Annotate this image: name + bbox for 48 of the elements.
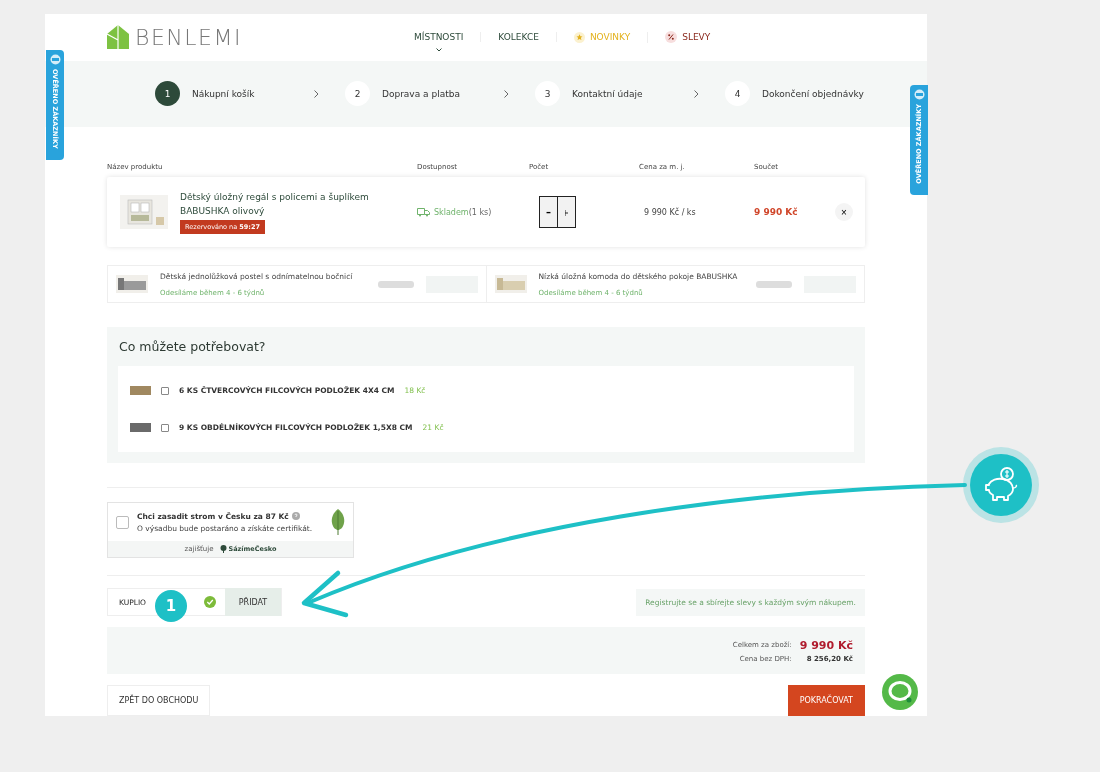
step-label: Nákupní košík [192, 88, 256, 99]
product-name[interactable]: Dětský úložný regál s policemi a šuplíkem BABUSHKA olivový [180, 190, 380, 218]
continue-button[interactable]: POKRAČOVAT [787, 685, 865, 716]
step-number: 4 [725, 81, 750, 107]
add-button[interactable]: PŘIDAT [225, 588, 281, 616]
step-marker: 1 [155, 590, 187, 622]
product-image [120, 195, 168, 229]
nav-link[interactable]: KOLEKCE [481, 32, 557, 43]
chevron-right-icon [314, 89, 319, 98]
truck-icon [417, 207, 430, 217]
blurred-price [377, 280, 414, 288]
logo-text[interactable]: BENLEMI [135, 24, 242, 50]
check-icon [204, 596, 216, 608]
goods-total: 9 990 Kč [799, 638, 853, 652]
step-number: 3 [535, 81, 560, 107]
seal-icon [913, 89, 925, 100]
chat-bubble-icon [888, 681, 912, 703]
checkbox[interactable] [161, 423, 169, 432]
help-icon[interactable] [291, 512, 300, 520]
tree-icon [219, 545, 227, 553]
line-total: 9 990 Kč [754, 207, 799, 217]
step-number: 2 [345, 81, 370, 107]
nav-link[interactable]: MÍSTNOSTI [397, 32, 482, 43]
chevron-down-icon [435, 48, 442, 53]
quantity-stepper[interactable]: – [539, 196, 576, 228]
step-number: 1 [155, 81, 180, 107]
remove-button[interactable]: × [835, 203, 853, 221]
chevron-right-icon [694, 89, 699, 98]
checkbox[interactable] [116, 515, 129, 529]
availability-text: Skladem(1 ks) [434, 207, 492, 217]
percent-icon [665, 31, 678, 44]
star-icon [573, 31, 585, 43]
seal-icon [49, 54, 61, 65]
blurred-price [756, 280, 792, 288]
section-title: Co můžete potřebovat? [118, 339, 267, 354]
unit-price: 9 990 Kč / ks [643, 207, 697, 217]
nav-link[interactable]: SLEVY [648, 31, 728, 44]
product-image [494, 275, 527, 293]
back-button[interactable]: ZPĚT DO OBCHODU [107, 685, 211, 716]
step-label: Dokončení objednávky [762, 88, 865, 99]
house-logo-icon [107, 25, 129, 50]
product-image [116, 275, 148, 293]
leaf-icon [331, 509, 345, 535]
chevron-right-icon [504, 89, 509, 98]
step-label: Doprava a platba [382, 88, 461, 99]
minus-button[interactable]: – [540, 197, 558, 227]
checkbox[interactable] [161, 386, 169, 395]
step-label: Kontaktní údaje [572, 88, 644, 99]
